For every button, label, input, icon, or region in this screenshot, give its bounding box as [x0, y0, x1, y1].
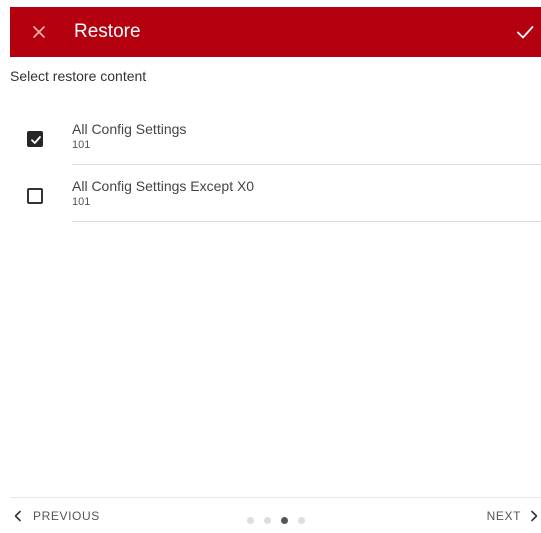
- close-button[interactable]: [28, 21, 50, 43]
- page-dot: [264, 517, 271, 524]
- next-label: NEXT: [486, 509, 521, 523]
- option-text: All Config Settings 101: [72, 121, 541, 165]
- page-dot: [298, 517, 305, 524]
- page-indicator: [247, 517, 305, 524]
- previous-label: PREVIOUS: [33, 509, 100, 523]
- chevron-left-icon: [14, 510, 21, 522]
- check-icon: [517, 26, 534, 39]
- dialog-title: Restore: [74, 21, 141, 42]
- chevron-right-icon: [531, 510, 538, 522]
- confirm-button[interactable]: [513, 20, 537, 44]
- option-label: All Config Settings: [72, 121, 187, 137]
- previous-button[interactable]: PREVIOUS: [10, 508, 100, 524]
- checkbox-checked[interactable]: [27, 131, 43, 147]
- restore-dialog: Restore Select restore content All Confi…: [0, 0, 541, 533]
- option-label: All Config Settings Except X0: [72, 178, 255, 194]
- checkbox-unchecked[interactable]: [27, 188, 43, 204]
- option-sublabel: 101: [72, 196, 91, 208]
- checkmark-icon: [31, 136, 41, 144]
- next-button[interactable]: NEXT: [487, 508, 541, 524]
- restore-options-list: All Config Settings 101 All Config Setti…: [10, 108, 541, 222]
- header-bar: Restore: [10, 7, 541, 57]
- option-all-config-settings-except-x0[interactable]: All Config Settings Except X0 101: [10, 165, 541, 222]
- wizard-footer: PREVIOUS NEXT: [10, 497, 541, 533]
- option-sublabel: 101: [72, 139, 91, 151]
- section-subtitle: Select restore content: [10, 68, 147, 84]
- option-all-config-settings[interactable]: All Config Settings 101: [10, 108, 541, 165]
- option-text: All Config Settings Except X0 101: [72, 178, 541, 222]
- page-dot-active: [281, 517, 288, 524]
- close-icon: [33, 26, 45, 38]
- page-dot: [247, 517, 254, 524]
